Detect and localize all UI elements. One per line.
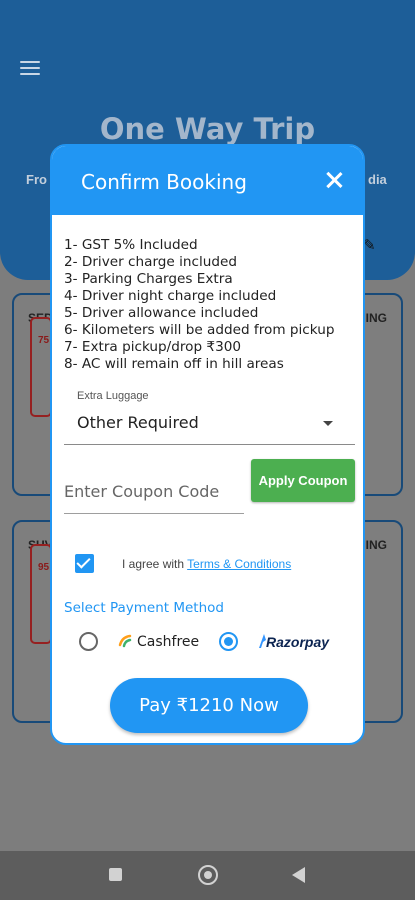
terms-item: 1- GST 5% Included [64, 237, 198, 253]
agree-label: I agree with [122, 557, 188, 571]
cashfree-label[interactable]: Cashfree [137, 634, 199, 650]
car-booking-label: ING [365, 311, 387, 325]
confirm-booking-dialog: Confirm Booking 1- GST 5% Included 2- Dr… [50, 144, 365, 745]
car-price-fragment: 75 [38, 335, 50, 346]
terms-item: 3- Parking Charges Extra [64, 271, 233, 287]
terms-item: 8- AC will remain off in hill areas [64, 356, 284, 372]
payment-method-label: Select Payment Method [64, 600, 224, 616]
cashfree-logo-icon [118, 634, 132, 648]
luggage-select[interactable]: Other Required [77, 413, 199, 432]
terms-item: 7- Extra pickup/drop ₹300 [64, 339, 242, 355]
close-icon[interactable] [323, 169, 345, 191]
terms-list: 1- GST 5% Included 2- Driver charge incl… [64, 237, 360, 373]
to-label: dia [368, 172, 387, 187]
terms-item: 6- Kilometers will be added from pickup [64, 322, 335, 338]
terms-item: 5- Driver allowance included [64, 305, 259, 321]
page-title: One Way Trip [99, 112, 316, 146]
car-thumbnail [30, 544, 52, 644]
agree-text: I agree with Terms & Conditions [122, 557, 291, 571]
razorpay-label[interactable]: Razorpay [266, 634, 329, 650]
car-price-fragment: 95 [38, 562, 50, 573]
terms-item: 4- Driver night charge included [64, 288, 277, 304]
luggage-underline [64, 444, 355, 445]
system-nav-bar [0, 851, 415, 900]
car-thumbnail [30, 317, 52, 417]
cashfree-radio[interactable] [79, 632, 98, 651]
terms-item: 2- Driver charge included [64, 254, 237, 270]
terms-link[interactable]: Terms & Conditions [187, 557, 291, 571]
coupon-code-input[interactable] [64, 470, 244, 514]
dropdown-arrow-icon[interactable] [323, 421, 333, 426]
agree-checkbox[interactable] [75, 554, 94, 573]
apply-coupon-button[interactable]: Apply Coupon [251, 459, 355, 502]
from-label: Fro [26, 172, 47, 187]
luggage-label: Extra Luggage [77, 390, 149, 402]
razorpay-radio[interactable] [219, 632, 238, 651]
pay-now-button[interactable]: Pay ₹1210 Now [110, 678, 308, 733]
dialog-title: Confirm Booking [81, 170, 247, 194]
car-booking-label: ING [365, 538, 387, 552]
recents-icon[interactable] [109, 868, 122, 881]
back-icon[interactable] [292, 867, 305, 883]
home-icon[interactable] [198, 865, 218, 885]
dialog-header: Confirm Booking [52, 146, 363, 215]
menu-icon[interactable] [20, 61, 40, 79]
